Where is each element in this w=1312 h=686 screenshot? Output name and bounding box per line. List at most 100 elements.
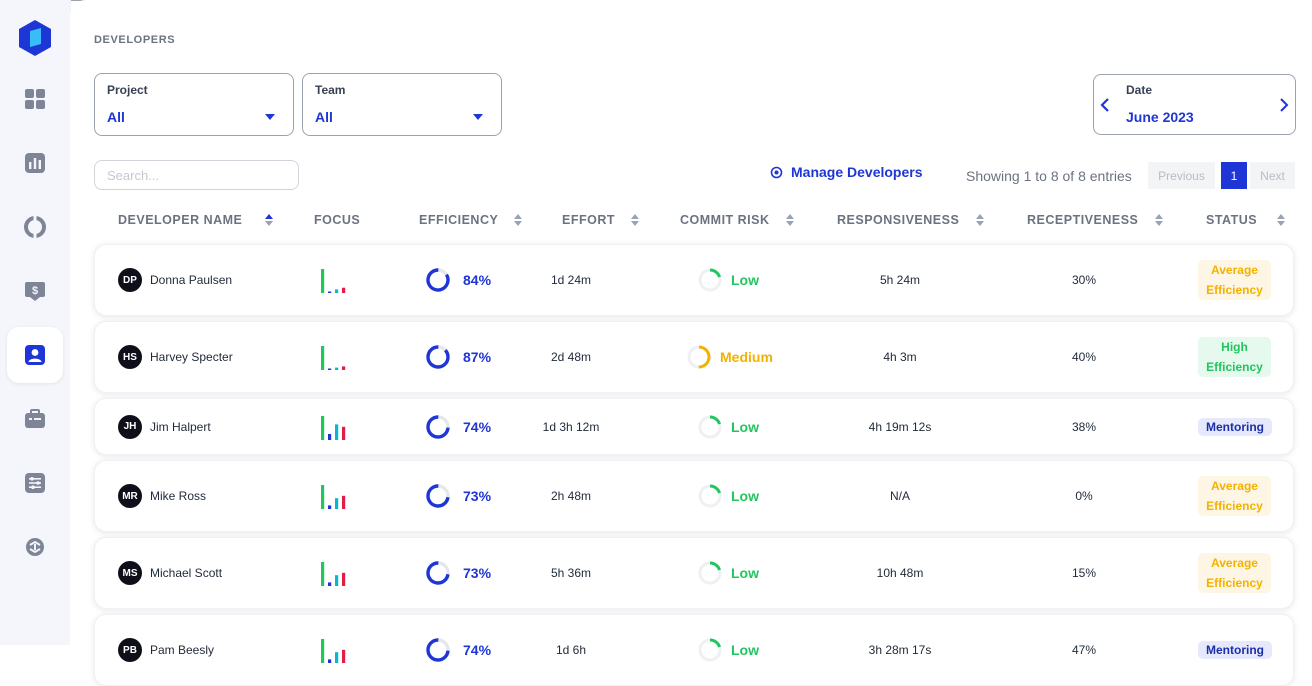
effort-value: 2d 48m	[550, 350, 592, 364]
nav-reports[interactable]	[7, 135, 63, 191]
nav-support[interactable]	[7, 199, 63, 255]
status-badge: Mentoring	[1198, 417, 1272, 436]
efficiency-ring	[426, 638, 450, 662]
nav-projects[interactable]	[7, 391, 63, 447]
table-row[interactable]: DP Donna Paulsen 84% 1d 24m Low 5h 24m 3…	[94, 244, 1294, 316]
chevron-left-icon[interactable]	[1098, 97, 1112, 113]
status-badge: High Efficiency	[1198, 337, 1271, 377]
focus-bar	[342, 287, 346, 293]
status-line: Efficiency	[1206, 360, 1263, 374]
table-row[interactable]: PB Pam Beesly 74% 1d 6h Low 3h 28m 17s 4…	[94, 614, 1294, 686]
sort-icon[interactable]	[976, 214, 984, 226]
next-page-button[interactable]: Next	[1250, 162, 1295, 189]
focus-bar	[342, 572, 346, 586]
sort-icon[interactable]	[265, 214, 273, 226]
nav-settings[interactable]	[7, 455, 63, 511]
responsiveness-value: 4h 3m	[883, 350, 917, 364]
effort-value: 1d 24m	[550, 273, 592, 287]
sort-icon[interactable]	[1277, 214, 1285, 226]
developer-name[interactable]: Donna Paulsen	[150, 273, 232, 287]
focus-chart	[321, 269, 346, 293]
efficiency-ring	[426, 484, 450, 508]
column-header-effort[interactable]: EFFORT	[562, 213, 615, 227]
sort-icon[interactable]	[514, 214, 522, 226]
page-1-button[interactable]: 1	[1221, 162, 1247, 189]
date-value: June 2023	[1126, 109, 1194, 125]
sidebar: $	[0, 0, 71, 645]
status-line: Efficiency	[1206, 576, 1263, 590]
risk-ring	[698, 415, 722, 438]
caret-down-icon	[473, 114, 483, 120]
efficiency-ring-arc	[426, 268, 450, 292]
focus-bar	[335, 423, 339, 440]
focus-bar	[342, 495, 346, 509]
focus-bar	[321, 562, 325, 586]
commit-risk-cell: Medium	[686, 344, 773, 370]
developer-name[interactable]: Harvey Specter	[150, 350, 233, 364]
developer-name[interactable]: Pam Beesly	[150, 643, 214, 657]
chevron-right-icon[interactable]	[1277, 97, 1291, 113]
user-badge-icon	[25, 345, 45, 365]
previous-page-button[interactable]: Previous	[1148, 162, 1215, 189]
project-select[interactable]: Project All	[94, 73, 294, 136]
sort-icon[interactable]	[631, 214, 639, 226]
risk-ring	[698, 484, 722, 508]
column-header-receptiveness[interactable]: RECEPTIVENESS	[1027, 213, 1138, 227]
focus-bar	[321, 415, 325, 440]
commit-risk-cell: Low	[697, 267, 759, 293]
column-header-commit-risk[interactable]: COMMIT RISK	[680, 213, 770, 227]
focus-bar	[328, 291, 332, 293]
app-logo-icon[interactable]	[16, 19, 54, 57]
focus-bar	[321, 346, 325, 370]
efficiency-ring	[426, 268, 450, 292]
nav-dashboard[interactable]	[7, 71, 63, 127]
responsiveness-value: 5h 24m	[879, 273, 921, 287]
focus-chart	[321, 485, 346, 509]
developer-name[interactable]: Jim Halpert	[150, 420, 211, 434]
page-title: DEVELOPERS	[94, 34, 176, 46]
column-header-developer-name[interactable]: DEVELOPER NAME	[118, 213, 242, 227]
search-input[interactable]	[94, 160, 299, 190]
sort-icon[interactable]	[786, 214, 794, 226]
efficiency-ring	[426, 414, 450, 439]
developer-name[interactable]: Mike Ross	[150, 489, 206, 503]
billing-icon: $	[25, 282, 45, 301]
focus-chart	[321, 639, 346, 663]
briefcase-icon	[25, 409, 45, 428]
table-row[interactable]: HS Harvey Specter 87% 2d 48m Medium 4h 3…	[94, 321, 1294, 393]
column-header-efficiency[interactable]: EFFICIENCY	[419, 213, 498, 227]
risk-ring	[698, 561, 722, 585]
focus-bar	[335, 575, 339, 586]
effort-value: 1d 3h 12m	[542, 419, 600, 434]
manage-developers-button[interactable]: Manage Developers	[770, 164, 923, 180]
status-line: Average	[1211, 479, 1258, 493]
table-row[interactable]: JH Jim Halpert 74% 1d 3h 12m Low 4h 19m …	[94, 398, 1294, 455]
column-header-responsiveness[interactable]: RESPONSIVENESS	[837, 213, 959, 227]
effort-value: 5h 36m	[550, 566, 592, 580]
table-row[interactable]: MR Mike Ross 73% 2h 48m Low N/A 0% Avera…	[94, 460, 1294, 532]
responsiveness-value: 10h 48m	[876, 566, 924, 580]
efficiency-ring-arc	[426, 345, 450, 369]
status-line: Efficiency	[1206, 283, 1263, 297]
nav-developers[interactable]	[7, 327, 63, 383]
responsiveness-value: 4h 19m 12s	[868, 419, 932, 434]
table-row[interactable]: MS Michael Scott 73% 5h 36m Low 10h 48m …	[94, 537, 1294, 609]
focus-bar	[328, 368, 332, 370]
date-label: Date	[1126, 83, 1153, 97]
column-header-status[interactable]: STATUS	[1206, 213, 1257, 227]
commit-risk-cell: Low	[697, 414, 759, 440]
focus-bar	[328, 659, 332, 663]
focus-bar	[342, 366, 346, 370]
nav-billing[interactable]: $	[7, 263, 63, 319]
focus-bar	[321, 485, 325, 509]
focus-bar	[328, 582, 332, 586]
risk-ring	[698, 268, 722, 292]
nav-integrations[interactable]	[7, 519, 63, 575]
date-picker[interactable]: Date June 2023	[1093, 74, 1296, 135]
team-select[interactable]: Team All	[302, 73, 502, 136]
commit-risk-label: Low	[731, 418, 759, 435]
developer-name[interactable]: Michael Scott	[150, 566, 222, 580]
receptiveness-value: 47%	[1071, 643, 1097, 657]
status-badge: Mentoring	[1198, 641, 1272, 659]
sort-icon[interactable]	[1155, 214, 1163, 226]
